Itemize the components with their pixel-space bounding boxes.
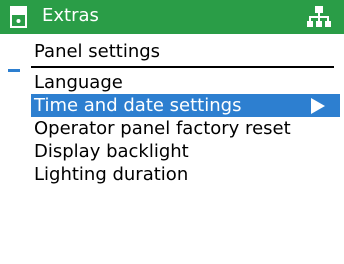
network-hierarchy-icon[interactable] <box>307 5 331 29</box>
menu-item-label: Time and date settings <box>34 95 242 116</box>
panel-device-icon <box>10 6 27 28</box>
section-header: Panel settings <box>34 41 161 62</box>
title-bar: Extras <box>0 0 344 34</box>
menu-item-language[interactable]: Language <box>0 71 344 94</box>
menu-item-operator-panel-factory-reset[interactable]: Operator panel factory reset <box>0 117 344 140</box>
play-arrow-icon <box>311 98 325 114</box>
menu-list: Language Time and date settings Operator… <box>0 71 344 186</box>
menu-item-lighting-duration[interactable]: Lighting duration <box>0 163 344 186</box>
menu-item-display-backlight[interactable]: Display backlight <box>0 140 344 163</box>
menu-item-label: Language <box>34 72 123 93</box>
header-divider <box>31 66 334 68</box>
menu-item-label: Operator panel factory reset <box>34 118 291 139</box>
window-title: Extras <box>42 5 99 26</box>
menu-item-time-and-date-settings[interactable]: Time and date settings <box>31 94 340 117</box>
menu-item-label: Display backlight <box>34 141 189 162</box>
menu-item-label: Lighting duration <box>34 164 189 185</box>
